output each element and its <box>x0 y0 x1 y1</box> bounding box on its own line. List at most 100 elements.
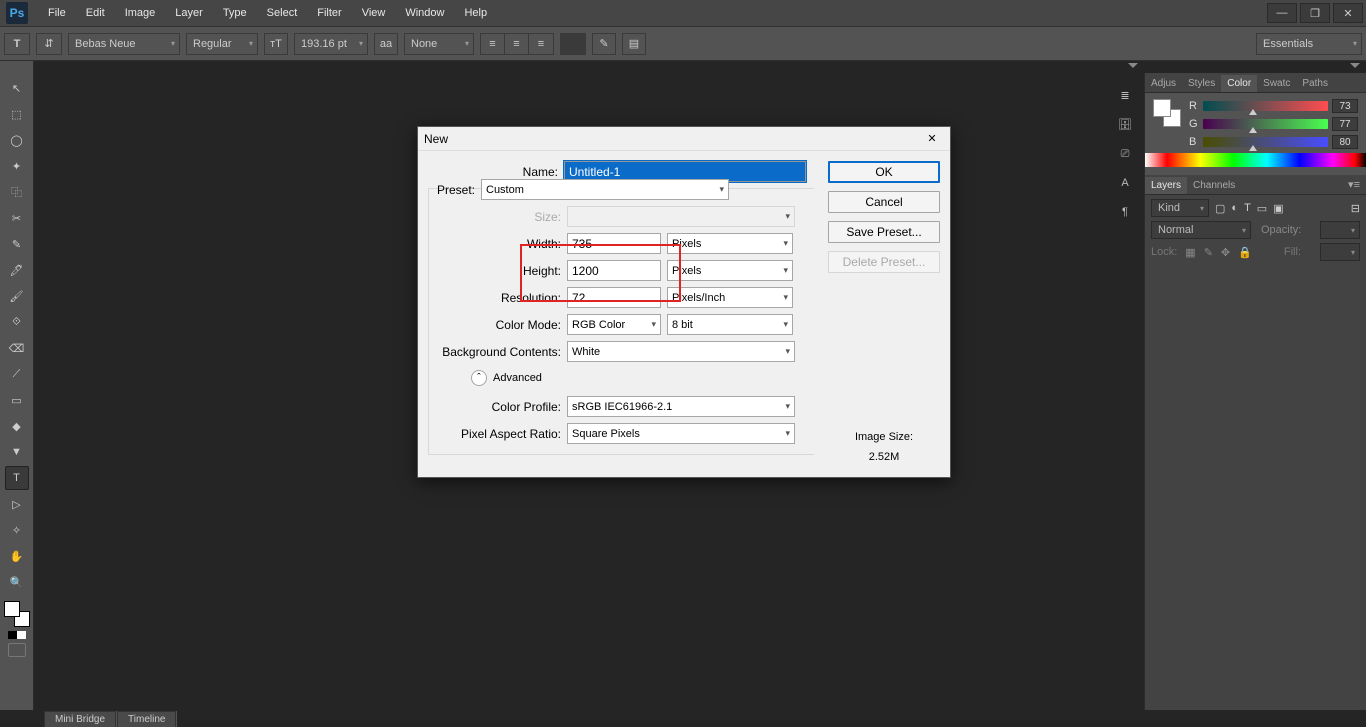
pen-tool[interactable]: ▼ <box>5 440 29 464</box>
tab-adjustments[interactable]: Adjus <box>1145 75 1182 92</box>
lock-pixel-icon[interactable]: ✎ <box>1204 246 1213 259</box>
tab-mini-bridge[interactable]: Mini Bridge <box>44 711 116 727</box>
tab-layers[interactable]: Layers <box>1145 177 1187 194</box>
color-mode-combo[interactable]: RGB Color <box>567 314 661 335</box>
lock-trans-icon[interactable]: ▦ <box>1185 246 1195 259</box>
brush-tool[interactable]: 🖊 <box>5 258 29 282</box>
filter-pixel-icon[interactable]: ▢ <box>1215 202 1225 215</box>
panel-menu-button[interactable]: ▾≡ <box>1342 175 1366 194</box>
default-colors[interactable] <box>8 631 26 639</box>
menu-help[interactable]: Help <box>454 7 497 19</box>
lasso-tool[interactable]: ◯ <box>5 128 29 152</box>
tab-timeline[interactable]: Timeline <box>117 711 176 727</box>
character-panel-icon[interactable]: A <box>1114 176 1136 191</box>
blur-tool[interactable]: ▭ <box>5 388 29 412</box>
filter-adjust-icon[interactable]: ◐ <box>1231 202 1238 214</box>
opacity-field[interactable] <box>1320 221 1360 239</box>
orientation-toggle[interactable]: ⇵ <box>36 33 62 55</box>
r-value[interactable]: 73 <box>1332 99 1358 113</box>
eraser-tool[interactable]: ⌫ <box>5 336 29 360</box>
align-center-button[interactable]: ≡ <box>505 34 529 54</box>
move-tool[interactable]: ↖ <box>5 76 29 100</box>
font-style-combo[interactable]: Regular <box>186 33 258 55</box>
save-preset-button[interactable]: Save Preset... <box>828 221 940 243</box>
r-knob[interactable] <box>1249 109 1257 115</box>
g-value[interactable]: 77 <box>1332 117 1358 131</box>
resolution-unit-combo[interactable]: Pixels/Inch <box>667 287 793 308</box>
text-color-swatch[interactable] <box>560 33 586 55</box>
ok-button[interactable]: OK <box>828 161 940 183</box>
panel-color-swatches[interactable] <box>1153 99 1181 127</box>
menu-type[interactable]: Type <box>213 7 257 19</box>
fill-field[interactable] <box>1320 243 1360 261</box>
height-input[interactable] <box>567 260 661 281</box>
align-right-button[interactable]: ≡ <box>529 34 553 54</box>
width-input[interactable] <box>567 233 661 254</box>
panel-foreground[interactable] <box>1153 99 1171 117</box>
pixel-aspect-combo[interactable]: Square Pixels <box>567 423 795 444</box>
menu-view[interactable]: View <box>352 7 396 19</box>
resolution-input[interactable] <box>567 287 661 308</box>
filter-type-icon[interactable]: T <box>1244 202 1251 214</box>
menu-filter[interactable]: Filter <box>307 7 351 19</box>
history-brush-tool[interactable]: ⟐ <box>5 310 29 334</box>
filter-smart-icon[interactable]: ▣ <box>1273 202 1283 215</box>
b-value[interactable]: 80 <box>1332 135 1358 149</box>
paragraph-panel-icon[interactable]: ¶ <box>1114 205 1136 220</box>
preset-combo[interactable]: Custom <box>481 179 729 200</box>
align-left-button[interactable]: ≡ <box>481 34 505 54</box>
mid-flyout-icon[interactable] <box>1128 63 1138 68</box>
quickmask-toggle[interactable] <box>8 643 26 657</box>
right-flyout-icon[interactable] <box>1350 63 1360 68</box>
font-family-combo[interactable]: Bebas Neue <box>68 33 180 55</box>
warp-text-button[interactable]: ✎ <box>592 33 616 55</box>
tool-preset-button[interactable]: T <box>4 33 30 55</box>
font-size-icon-button[interactable]: тT <box>264 33 288 55</box>
color-profile-combo[interactable]: sRGB IEC61966-2.1 <box>567 396 795 417</box>
character-panel-button[interactable]: ▤ <box>622 33 646 55</box>
g-slider[interactable] <box>1203 119 1328 129</box>
heal-tool[interactable]: ✎ <box>5 232 29 256</box>
width-unit-combo[interactable]: Pixels <box>667 233 793 254</box>
info-panel-icon[interactable]: ⎚ <box>1114 146 1136 161</box>
dialog-titlebar[interactable]: New ✕ <box>418 127 950 151</box>
path-tool[interactable]: ▷ <box>5 492 29 516</box>
dodge-tool[interactable]: ◆ <box>5 414 29 438</box>
lock-pos-icon[interactable]: ✥ <box>1221 246 1230 259</box>
lock-all-icon[interactable]: 🔒 <box>1238 246 1252 259</box>
tab-channels[interactable]: Channels <box>1187 177 1241 194</box>
eyedropper-tool[interactable]: ✂ <box>5 206 29 230</box>
properties-panel-icon[interactable]: 🗄 <box>1114 117 1136 132</box>
wand-tool[interactable]: ✦ <box>5 154 29 178</box>
tab-styles[interactable]: Styles <box>1182 75 1221 92</box>
crop-tool[interactable]: ⿻ <box>5 180 29 204</box>
zoom-tool[interactable]: 🔍 <box>5 570 29 594</box>
history-panel-icon[interactable]: ≣ <box>1114 88 1136 103</box>
g-knob[interactable] <box>1249 127 1257 133</box>
window-close[interactable]: ✕ <box>1333 3 1363 23</box>
menu-layer[interactable]: Layer <box>165 7 213 19</box>
tab-swatches[interactable]: Swatc <box>1257 75 1296 92</box>
font-size-combo[interactable]: 193.16 pt <box>294 33 368 55</box>
color-depth-combo[interactable]: 8 bit <box>667 314 793 335</box>
blend-mode-combo[interactable]: Normal <box>1151 221 1251 239</box>
tab-paths[interactable]: Paths <box>1296 75 1334 92</box>
anti-alias-icon-button[interactable]: aa <box>374 33 398 55</box>
window-restore[interactable]: ❐ <box>1300 3 1330 23</box>
foreground-color[interactable] <box>4 601 20 617</box>
menu-image[interactable]: Image <box>115 7 166 19</box>
r-slider[interactable] <box>1203 101 1328 111</box>
color-spectrum[interactable] <box>1145 153 1366 167</box>
shape-tool[interactable]: ✧ <box>5 518 29 542</box>
window-minimize[interactable]: — <box>1267 3 1297 23</box>
b-knob[interactable] <box>1249 145 1257 151</box>
b-slider[interactable] <box>1203 137 1328 147</box>
height-unit-combo[interactable]: Pixels <box>667 260 793 281</box>
anti-alias-combo[interactable]: None <box>404 33 474 55</box>
layer-filter-kind[interactable]: Kind <box>1151 199 1209 217</box>
filter-toggle[interactable]: ⊟ <box>1351 202 1360 215</box>
bg-contents-combo[interactable]: White <box>567 341 795 362</box>
menu-window[interactable]: Window <box>395 7 454 19</box>
menu-file[interactable]: File <box>38 7 76 19</box>
tab-color[interactable]: Color <box>1221 75 1257 92</box>
